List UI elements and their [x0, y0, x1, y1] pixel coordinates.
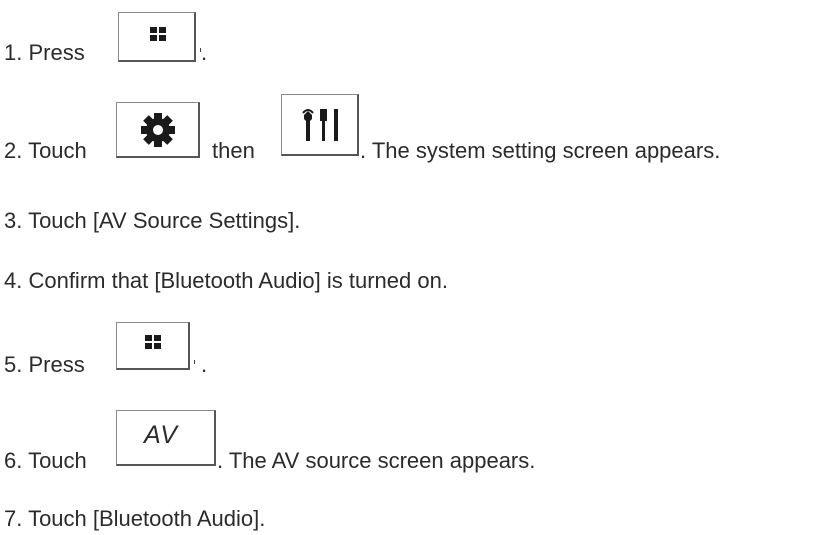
step-6-suffix: . The AV source screen appears.: [217, 448, 536, 473]
step-5-prefix: 5. Press: [4, 352, 85, 377]
step-1-suffix: .: [201, 40, 208, 65]
step-3: 3. Touch [AV Source Settings].: [4, 208, 301, 233]
home-grid-icon[interactable]: [116, 322, 190, 370]
step-2-middle: then: [212, 138, 255, 163]
step-4: 4. Confirm that [Bluetooth Audio] is tur…: [4, 268, 448, 293]
av-button-icon[interactable]: AV: [116, 410, 216, 466]
step-2-suffix: . The system setting screen appears.: [360, 138, 721, 163]
av-button-label: AV: [144, 421, 178, 449]
step-5-suffix: .: [201, 352, 208, 377]
step-6-prefix: 6. Touch: [4, 448, 87, 473]
home-grid-icon[interactable]: [118, 12, 196, 62]
step-1-prefix: 1. Press: [4, 40, 85, 65]
step-2-prefix: 2. Touch: [4, 138, 87, 163]
tools-icon[interactable]: [281, 94, 359, 156]
gear-icon[interactable]: [116, 102, 200, 158]
step-7: 7. Touch [Bluetooth Audio].: [4, 506, 266, 531]
